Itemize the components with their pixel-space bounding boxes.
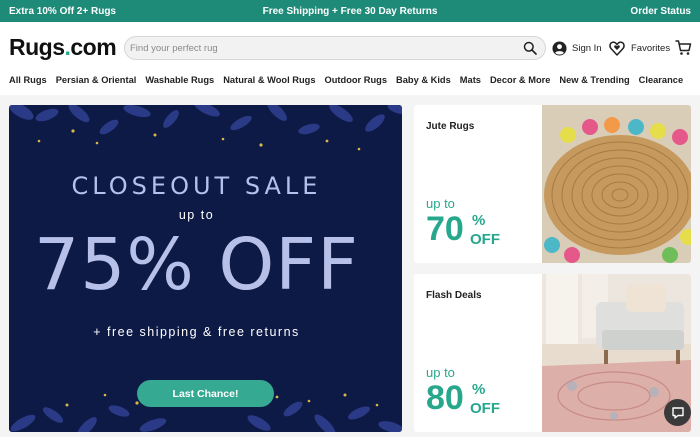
card-discount-value: 80 bbox=[426, 379, 464, 417]
card-up-to: up to bbox=[426, 196, 455, 211]
sign-in-link[interactable]: Sign In bbox=[552, 39, 602, 57]
card-discount-value: 70 bbox=[426, 210, 464, 248]
heart-location-icon bbox=[609, 41, 625, 56]
search-icon[interactable] bbox=[523, 41, 537, 55]
nav-all-rugs[interactable]: All Rugs bbox=[9, 75, 47, 89]
hero-subtitle: + free shipping & free returns bbox=[93, 325, 300, 339]
main-nav: All Rugs Persian & Oriental Washable Rug… bbox=[9, 75, 692, 89]
hero-discount: 75% OFF bbox=[34, 223, 359, 306]
nav-outdoor-rugs[interactable]: Outdoor Rugs bbox=[325, 75, 388, 89]
card-off-label: OFF bbox=[470, 400, 500, 417]
card-up-to: up to bbox=[426, 365, 455, 380]
hero-up-to: up to bbox=[178, 208, 215, 222]
hero-title: CLOSEOUT SALE bbox=[71, 172, 322, 200]
favorites-link[interactable]: Favorites bbox=[608, 39, 670, 57]
nav-new-trending[interactable]: New & Trending bbox=[559, 75, 629, 89]
jute-rug-image bbox=[542, 105, 691, 263]
nav-persian-oriental[interactable]: Persian & Oriental bbox=[56, 75, 137, 89]
sign-in-label: Sign In bbox=[572, 42, 602, 54]
logo-tld: com bbox=[70, 34, 117, 60]
search-input[interactable] bbox=[130, 40, 510, 56]
jute-rugs-card[interactable]: Jute Rugs up to 70 % OFF bbox=[414, 105, 691, 263]
user-icon bbox=[552, 40, 567, 56]
card-percent-sign: % bbox=[472, 381, 486, 398]
nav-decor-more[interactable]: Decor & More bbox=[490, 75, 550, 89]
promo-bar: Extra 10% Off 2+ Rugs Free Shipping + Fr… bbox=[0, 0, 700, 22]
promo-free-shipping[interactable]: Free Shipping + Free 30 Day Returns bbox=[0, 6, 700, 17]
search-bar bbox=[124, 36, 546, 60]
last-chance-button[interactable]: Last Chance! bbox=[137, 380, 274, 407]
card-title: Flash Deals bbox=[426, 290, 482, 301]
site-logo[interactable]: Rugs.com bbox=[9, 34, 117, 61]
card-title: Jute Rugs bbox=[426, 121, 475, 132]
nav-baby-kids[interactable]: Baby & Kids bbox=[396, 75, 451, 89]
favorites-label: Favorites bbox=[631, 42, 671, 54]
order-status-link[interactable]: Order Status bbox=[630, 6, 691, 17]
card-percent-sign: % bbox=[472, 212, 486, 229]
nav-washable-rugs[interactable]: Washable Rugs bbox=[145, 75, 214, 89]
nav-mats[interactable]: Mats bbox=[460, 75, 481, 89]
chat-button[interactable] bbox=[664, 399, 691, 426]
logo-main: Rugs bbox=[9, 34, 65, 60]
cart-icon[interactable] bbox=[675, 39, 692, 56]
nav-natural-wool-rugs[interactable]: Natural & Wool Rugs bbox=[223, 75, 315, 89]
card-off-label: OFF bbox=[470, 231, 500, 248]
chat-bubble-icon bbox=[671, 406, 684, 419]
nav-clearance[interactable]: Clearance bbox=[639, 75, 683, 89]
flash-deals-card[interactable]: Flash Deals up to 80 % OFF bbox=[414, 274, 691, 432]
